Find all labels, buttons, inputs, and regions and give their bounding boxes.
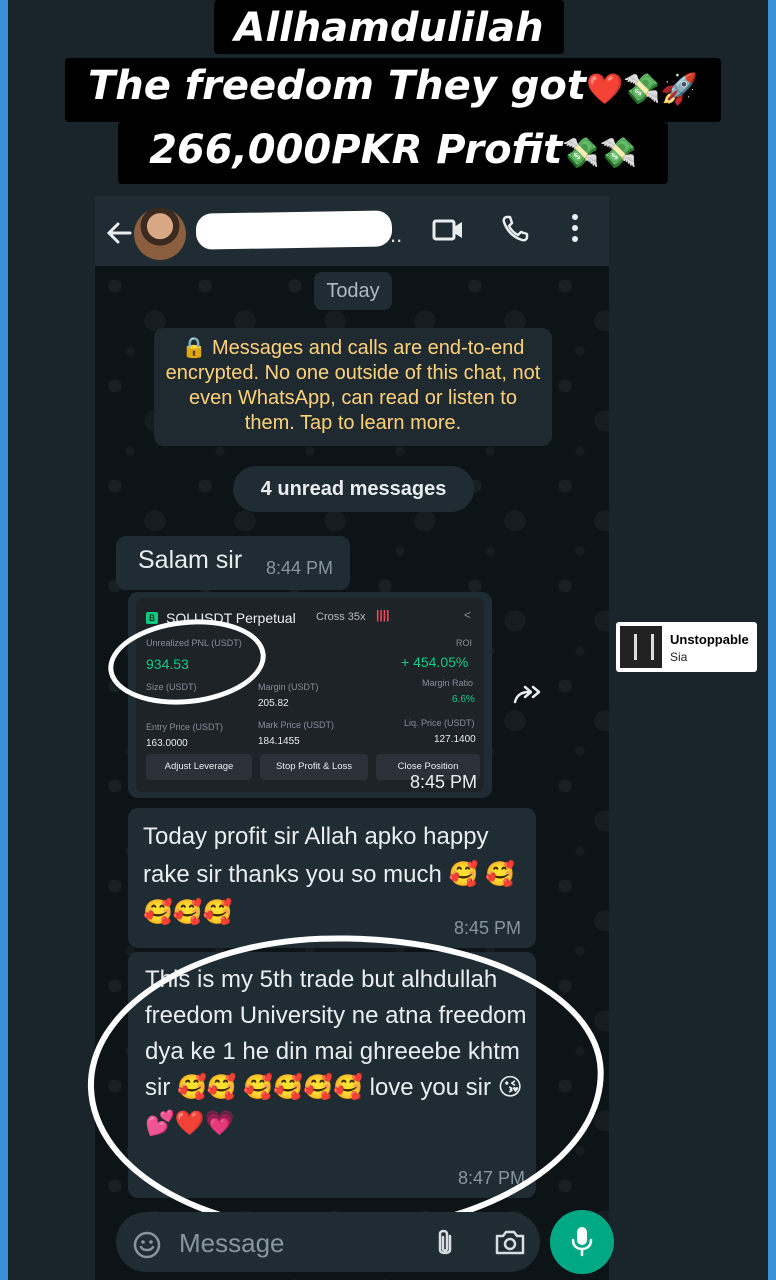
roi-label: ROI [456,638,473,648]
emoji-icon[interactable] [132,1230,162,1260]
margin-value: 205.82 [258,698,289,709]
contact-name-suffix: .. [390,222,403,247]
redacted-contact-name [195,210,393,250]
album-art [620,626,662,668]
entry-price-value: 163.0000 [146,738,188,749]
forward-icon[interactable] [513,682,545,706]
camera-icon[interactable] [494,1228,526,1256]
back-arrow-icon[interactable] [104,218,134,248]
attach-icon[interactable] [434,1228,456,1258]
song-title: Unstoppable [670,632,749,647]
message-text: Salam sir [138,546,243,574]
margin-ratio-value: 6.6% [452,694,475,705]
message-bubble[interactable]: Salam sir 8:44 PM [116,536,350,590]
phone-call-icon[interactable] [500,214,530,244]
entry-price-label: Entry Price (USDT) [146,722,224,732]
message-bubble[interactable]: Today profit sir Allah apko happy rake s… [128,808,536,948]
unread-banner: 4 unread messages [233,466,474,512]
liq-price-value: 127.1400 [434,734,476,745]
roi-value: + 454.05% [401,654,469,670]
music-sticker[interactable]: Unstoppable Sia [616,622,757,672]
message-text: Today profit sir Allah apko happy rake s… [143,823,515,926]
message-time: 8:45 PM [410,772,478,792]
left-border [0,0,8,1280]
more-vert-icon[interactable] [566,212,584,244]
caption-line-1: Allhamdulilah [214,0,564,54]
caption-line-3: 266,000PKR Profit💸💸 [118,122,668,184]
message-time: 8:45 PM [454,918,522,938]
message-input[interactable]: Message [179,1228,285,1259]
liq-price-label: Liq. Price (USDT) [404,718,475,728]
margin-ratio-label: Margin Ratio [422,678,474,688]
mark-price-value: 184.1455 [258,736,300,747]
encryption-notice[interactable]: 🔒 Messages and calls are end-to-end encr… [154,328,552,446]
avatar[interactable] [134,208,186,260]
mark-price-label: Mark Price (USDT) [258,720,334,730]
margin-mode: Cross 35x [316,611,366,623]
date-chip: Today [314,272,392,310]
caption-line-2: The freedom They got❤️💸🚀 [65,58,721,122]
adjust-leverage-button: Adjust Leverage [146,754,252,780]
binance-badge-icon: B [146,612,158,624]
song-artist: Sia [670,650,688,664]
stop-profit-loss-button: Stop Profit & Loss [260,754,368,780]
right-border [768,0,776,1280]
margin-label: Margin (USDT) [258,682,319,692]
share-icon: < [464,608,472,622]
mic-icon [571,1227,593,1257]
video-call-icon[interactable] [432,216,464,244]
leverage-bars: |||| [376,608,390,622]
message-time: 8:44 PM [266,558,334,578]
